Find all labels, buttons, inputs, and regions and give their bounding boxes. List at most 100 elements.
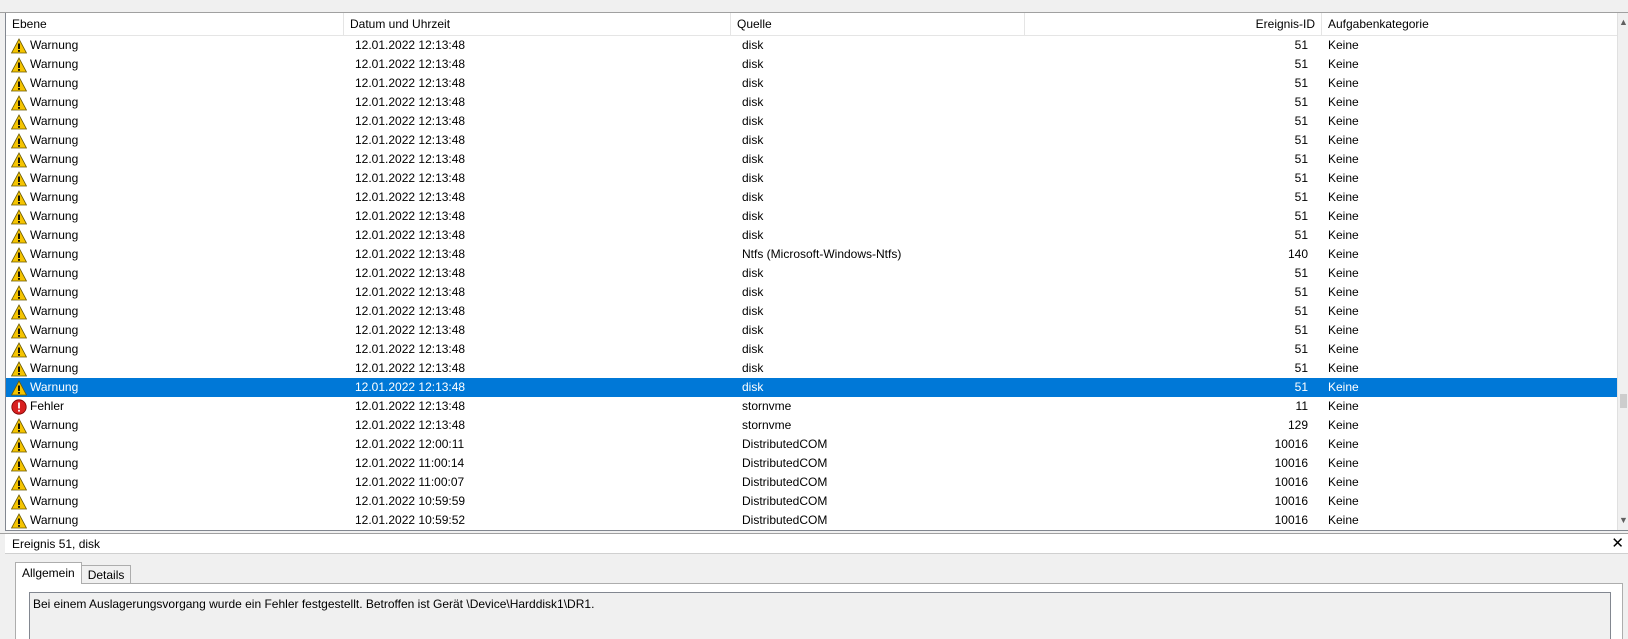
cell-date: 12.01.2022 12:13:48 [355,114,466,128]
table-row[interactable]: Warnung 12.01.2022 12:00:11 DistributedCOM… [6,435,1623,454]
cell-date: 12.01.2022 12:13:48 [355,380,466,394]
cell-date: 12.01.2022 12:13:48 [355,399,466,413]
cell-level: Warnung [6,511,344,530]
column-header-category[interactable]: Aufgabenkategorie [1322,13,1618,36]
table-row[interactable]: Warnung 12.01.2022 10:59:52 DistributedCOM… [6,511,1623,530]
column-header-source[interactable]: Quelle [731,13,1025,36]
cell-category: Keine [1328,494,1359,508]
table-row[interactable]: Warnung 12.01.2022 12:13:48 disk 51 Keine [6,74,1623,93]
warning-icon [11,303,27,319]
cell-date: 12.01.2022 12:13:48 [355,133,466,147]
cell-source: disk [742,57,764,71]
cell-source: disk [742,95,764,109]
level-label: Warnung [30,209,79,223]
error-icon [11,398,27,415]
level-label: Warnung [30,114,79,128]
level-label: Warnung [30,304,79,318]
cell-category: Keine [1328,266,1359,280]
table-row[interactable]: Fehler 12.01.2022 12:13:48 stornvme 11 Keine [6,397,1623,416]
cell-level: Warnung [6,264,344,283]
cell-date: 12.01.2022 12:13:48 [355,304,466,318]
cell-source: DistributedCOM [742,456,828,470]
warning-icon [11,284,27,300]
cell-event-id: 140 [1287,247,1308,261]
scroll-thumb[interactable] [1620,394,1627,408]
table-row[interactable]: Warnung 12.01.2022 12:13:48 disk 51 Keine [6,302,1623,321]
table-row[interactable]: Warnung 12.01.2022 12:13:48 disk 51 Keine [6,378,1623,397]
cell-level: Warnung [6,473,344,492]
table-row[interactable]: Warnung 12.01.2022 12:13:48 disk 51 Keine [6,321,1623,340]
cell-date: 12.01.2022 12:13:48 [355,266,466,280]
table-row[interactable]: Warnung 12.01.2022 12:13:48 disk 51 Keine [6,36,1623,55]
table-row[interactable]: Warnung 12.01.2022 12:13:48 disk 51 Keine [6,264,1623,283]
cell-source: disk [742,228,764,242]
table-row[interactable]: Warnung 12.01.2022 12:13:48 disk 51 Keine [6,188,1623,207]
table-row[interactable]: Warnung 12.01.2022 12:13:48 disk 51 Keine [6,226,1623,245]
warning-icon [11,94,27,110]
scroll-down-icon[interactable]: ▼ [1619,516,1628,525]
table-row[interactable]: Warnung 12.01.2022 12:13:48 disk 51 Keine [6,283,1623,302]
cell-source: stornvme [742,418,792,432]
cell-date: 12.01.2022 12:13:48 [355,247,466,261]
cell-source: disk [742,361,764,375]
level-label: Warnung [30,57,79,71]
column-header-event-id[interactable]: Ereignis-ID [1025,13,1322,36]
cell-event-id: 10016 [1274,456,1308,470]
tab-details[interactable]: Details [80,565,132,584]
cell-event-id: 51 [1294,304,1308,318]
table-row[interactable]: Warnung 12.01.2022 12:13:48 disk 51 Keine [6,150,1623,169]
table-row[interactable]: Warnung 12.01.2022 11:00:14 DistributedCOM… [6,454,1623,473]
table-row[interactable]: Warnung 12.01.2022 12:13:48 disk 51 Keine [6,359,1623,378]
table-row[interactable]: Warnung 12.01.2022 10:59:59 DistributedCOM… [6,492,1623,511]
table-row[interactable]: Warnung 12.01.2022 12:13:48 disk 51 Keine [6,131,1623,150]
level-label: Warnung [30,133,79,147]
cell-level: Warnung [6,245,344,264]
cell-event-id: 51 [1294,95,1308,109]
table-row[interactable]: Warnung 12.01.2022 12:13:48 disk 51 Keine [6,112,1623,131]
level-label: Warnung [30,190,79,204]
detail-title-bar: Ereignis 51, disk ✕ [5,534,1628,554]
tab-panel-general: Bei einem Auslagerungsvorgang wurde ein … [15,583,1623,639]
table-row[interactable]: Warnung 12.01.2022 12:13:48 disk 51 Keine [6,169,1623,188]
cell-level: Warnung [6,188,344,207]
cell-date: 12.01.2022 12:13:48 [355,38,466,52]
event-description-box[interactable]: Bei einem Auslagerungsvorgang wurde ein … [29,592,1611,639]
cell-event-id: 51 [1294,171,1308,185]
cell-category: Keine [1328,304,1359,318]
event-description: Bei einem Auslagerungsvorgang wurde ein … [33,597,595,611]
cell-source: disk [742,133,764,147]
cell-date: 12.01.2022 11:00:14 [355,456,465,470]
table-row[interactable]: Warnung 12.01.2022 11:00:07 DistributedCOM… [6,473,1623,492]
cell-source: disk [742,171,764,185]
warning-icon [11,246,27,262]
event-list[interactable]: Ebene Datum und Uhrzeit Quelle Ereignis-… [5,13,1628,531]
cell-level: Warnung [6,283,344,302]
tab-allgemein[interactable]: Allgemein [15,562,82,584]
table-row[interactable]: Warnung 12.01.2022 12:13:48 disk 51 Keine [6,93,1623,112]
level-label: Warnung [30,76,79,90]
cell-category: Keine [1328,380,1359,394]
table-row[interactable]: Warnung 12.01.2022 12:13:48 stornvme 129 Kei… [6,416,1623,435]
detail-title: Ereignis 51, disk [12,537,101,551]
column-header-date[interactable]: Datum und Uhrzeit [344,13,731,36]
table-row[interactable]: Warnung 12.01.2022 12:13:48 Ntfs (Microsof… [6,245,1623,264]
cell-event-id: 51 [1294,190,1308,204]
cell-category: Keine [1328,152,1359,166]
table-row[interactable]: Warnung 12.01.2022 12:13:48 disk 51 Keine [6,207,1623,226]
cell-source: DistributedCOM [742,475,828,489]
table-row[interactable]: Warnung 12.01.2022 12:13:48 disk 51 Keine [6,340,1623,359]
cell-event-id: 51 [1294,380,1308,394]
cell-level: Warnung [6,321,344,340]
cell-source: disk [742,380,764,394]
warning-icon [11,322,27,338]
cell-date: 12.01.2022 12:00:11 [355,437,465,451]
column-header-level[interactable]: Ebene [6,13,344,36]
vertical-scrollbar[interactable]: ▲ ▼ [1617,13,1628,530]
table-row[interactable]: Warnung 12.01.2022 12:13:48 disk 51 Keine [6,55,1623,74]
event-rows: Warnung 12.01.2022 12:13:48 disk 51 Keine War… [6,36,1623,530]
warning-icon [11,151,27,167]
scroll-up-icon[interactable]: ▲ [1619,18,1628,27]
cell-date: 12.01.2022 12:13:48 [355,57,466,71]
cell-category: Keine [1328,190,1359,204]
close-icon[interactable]: ✕ [1611,535,1624,552]
